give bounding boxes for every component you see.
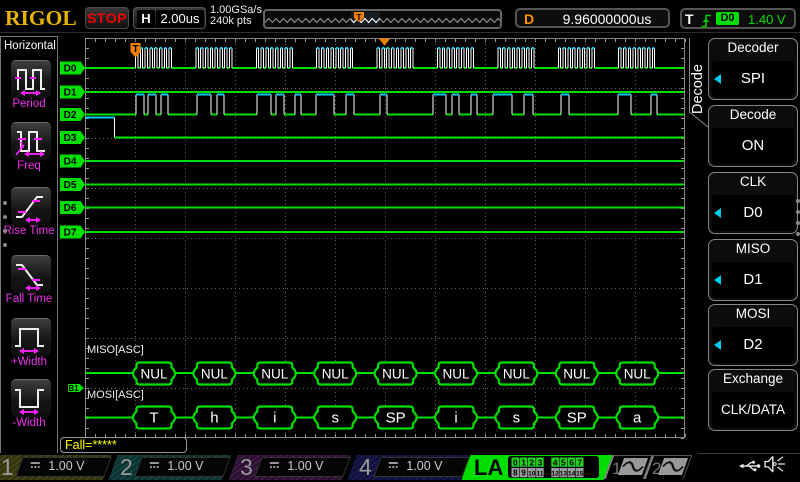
- svg-text:s: s: [513, 409, 521, 426]
- svg-text:1: 1: [521, 457, 526, 467]
- svg-text:4: 4: [553, 457, 558, 467]
- svg-text:NUL: NUL: [322, 366, 349, 381]
- svg-text:MOSI[ASC]: MOSI[ASC]: [87, 389, 144, 401]
- svg-text:h: h: [210, 409, 218, 426]
- svg-text:T: T: [132, 44, 138, 55]
- svg-text:D1: D1: [64, 88, 77, 99]
- svg-text:12: 12: [551, 471, 559, 478]
- svg-text:D5: D5: [64, 180, 77, 191]
- svg-text:7: 7: [577, 457, 582, 467]
- svg-text:B1: B1: [68, 384, 79, 393]
- svg-text:i: i: [454, 409, 457, 426]
- svg-text:SP: SP: [386, 409, 406, 426]
- svg-text:NUL: NUL: [382, 366, 409, 381]
- svg-text:NUL: NUL: [624, 366, 651, 381]
- svg-text:D7: D7: [64, 228, 77, 239]
- svg-text:NUL: NUL: [261, 366, 288, 381]
- svg-text:NUL: NUL: [563, 366, 590, 381]
- svg-text:8: 8: [513, 469, 518, 478]
- svg-text:D6: D6: [64, 203, 77, 214]
- svg-text:D2: D2: [64, 110, 77, 121]
- svg-text:SP: SP: [567, 409, 587, 426]
- svg-text:NUL: NUL: [442, 366, 469, 381]
- svg-text:s: s: [331, 409, 339, 426]
- svg-text:NUL: NUL: [503, 366, 530, 381]
- svg-text:14: 14: [568, 471, 576, 478]
- svg-text:NUL: NUL: [140, 366, 167, 381]
- svg-text:11: 11: [536, 471, 543, 478]
- svg-text:a: a: [633, 409, 642, 426]
- svg-text:13: 13: [560, 471, 568, 478]
- svg-text:9: 9: [521, 469, 526, 478]
- svg-text:NUL: NUL: [201, 366, 228, 381]
- svg-text:5: 5: [561, 457, 566, 467]
- svg-text:i: i: [273, 409, 276, 426]
- svg-text:D4: D4: [64, 157, 77, 168]
- svg-text:3: 3: [538, 457, 543, 467]
- svg-text:D0: D0: [64, 64, 77, 75]
- svg-text:D3: D3: [64, 133, 77, 144]
- svg-text:T: T: [149, 409, 158, 426]
- svg-text:10: 10: [528, 471, 536, 478]
- svg-text:15: 15: [576, 471, 584, 478]
- svg-text:0: 0: [513, 457, 518, 467]
- svg-text:MISO[ASC]: MISO[ASC]: [87, 344, 144, 356]
- svg-text:6: 6: [569, 457, 574, 467]
- svg-text:2: 2: [529, 457, 534, 467]
